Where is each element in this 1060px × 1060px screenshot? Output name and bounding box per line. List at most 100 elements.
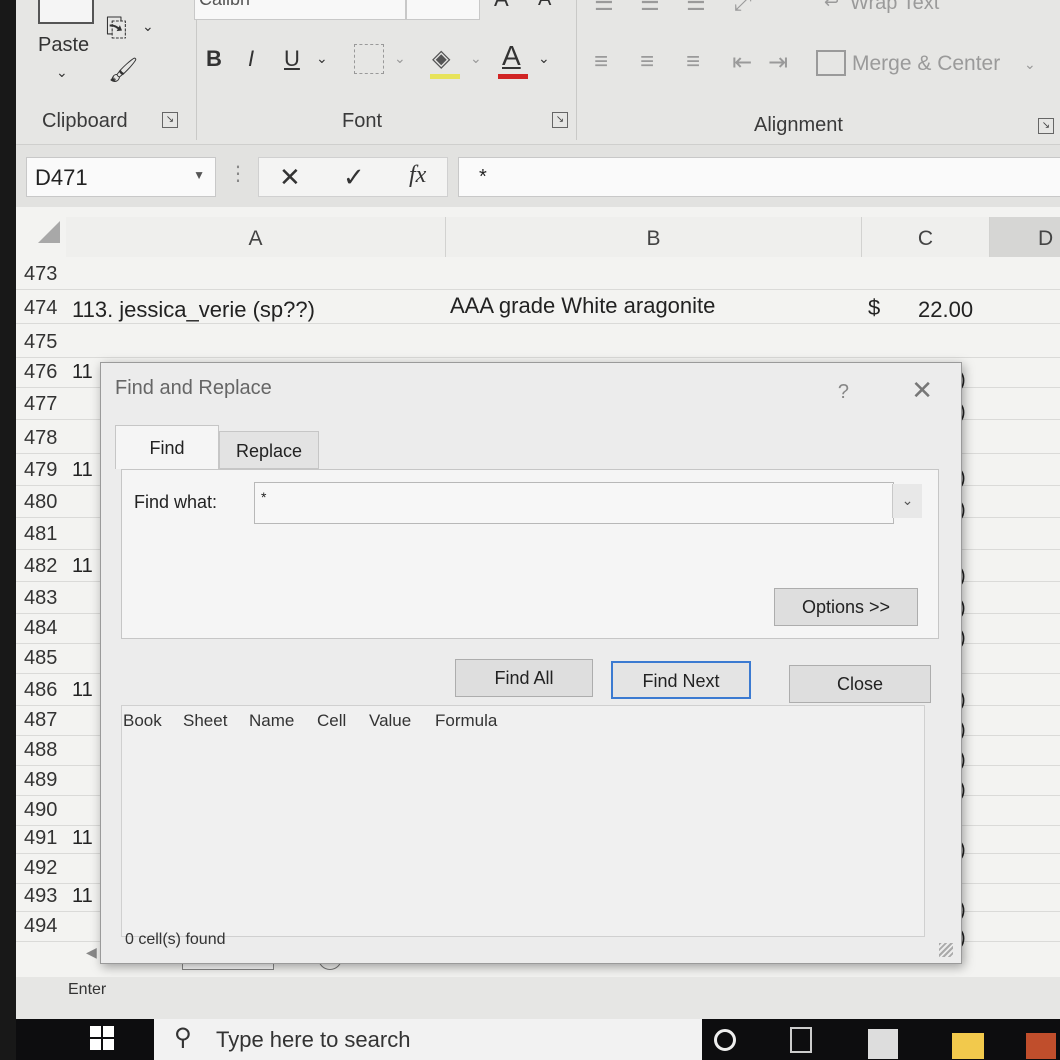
row-header[interactable]: 481 bbox=[24, 523, 57, 546]
cell-a[interactable]: 113. jessica_verie (sp??) bbox=[72, 297, 315, 323]
resize-grip-icon[interactable] bbox=[939, 943, 953, 957]
decrease-indent-icon[interactable]: ⇤ bbox=[732, 48, 752, 77]
file-explorer-icon[interactable] bbox=[952, 1033, 984, 1059]
row-header[interactable]: 475 bbox=[24, 331, 57, 354]
column-header-c[interactable]: C bbox=[862, 217, 990, 257]
row-header[interactable]: 474 bbox=[24, 297, 57, 320]
cell-c474[interactable]: 22.00 bbox=[918, 297, 973, 323]
format-painter-icon[interactable]: 🖌 bbox=[108, 56, 138, 85]
merge-center-button[interactable]: Merge & Center bbox=[852, 52, 1000, 76]
row-header[interactable]: 473 bbox=[24, 263, 57, 286]
find-all-button[interactable]: Find All bbox=[455, 659, 593, 697]
cell-a[interactable]: 11 bbox=[72, 885, 93, 908]
paste-dropdown-icon[interactable]: ⌄ bbox=[56, 64, 68, 81]
alignment-launcher-icon[interactable]: ↘ bbox=[1038, 118, 1054, 134]
cell-a[interactable]: 11 bbox=[72, 459, 93, 482]
bottom-align-icon[interactable]: ☰ bbox=[686, 0, 706, 16]
check-icon[interactable]: ✓ bbox=[343, 162, 365, 193]
results-col-value[interactable]: Value bbox=[369, 711, 411, 731]
decrease-font-icon[interactable]: A bbox=[538, 0, 551, 11]
font-launcher-icon[interactable]: ↘ bbox=[552, 112, 568, 128]
row-header[interactable]: 492 bbox=[24, 857, 57, 880]
close-button[interactable]: Close bbox=[789, 665, 931, 703]
column-header-a[interactable]: A bbox=[66, 217, 446, 257]
row-header[interactable]: 480 bbox=[24, 491, 57, 514]
wrap-text-icon[interactable]: ↩ bbox=[824, 0, 839, 13]
font-color-dropdown-icon[interactable]: ⌄ bbox=[538, 50, 550, 67]
fill-color-icon[interactable]: ◈ bbox=[432, 44, 450, 73]
tab-replace[interactable]: Replace bbox=[219, 431, 319, 469]
underline-button[interactable]: U bbox=[284, 46, 300, 72]
results-col-book[interactable]: Book bbox=[123, 711, 162, 731]
cell-a[interactable]: 11 bbox=[72, 361, 93, 384]
cancel-icon[interactable]: ✕ bbox=[279, 162, 301, 193]
row-header[interactable]: 476 bbox=[24, 361, 57, 384]
italic-button[interactable]: I bbox=[248, 46, 254, 72]
align-center-icon[interactable]: ≡ bbox=[640, 48, 654, 76]
clipboard-launcher-icon[interactable]: ↘ bbox=[162, 112, 178, 128]
row-header[interactable]: 485 bbox=[24, 647, 57, 670]
insert-function-icon[interactable]: fx bbox=[409, 162, 426, 189]
top-align-icon[interactable]: ☰ bbox=[594, 0, 614, 16]
copy-icon[interactable]: ⎘ bbox=[106, 12, 127, 44]
row-header[interactable]: 482 bbox=[24, 555, 57, 578]
merge-center-icon[interactable] bbox=[816, 50, 846, 76]
align-right-icon[interactable]: ≡ bbox=[686, 48, 700, 76]
wrap-text-button[interactable]: Wrap Text bbox=[850, 0, 939, 15]
paste-button[interactable]: Paste bbox=[38, 34, 89, 57]
app-icon[interactable] bbox=[1026, 1033, 1056, 1059]
windows-start-icon[interactable] bbox=[82, 1020, 122, 1058]
results-col-sheet[interactable]: Sheet bbox=[183, 711, 227, 731]
align-left-icon[interactable]: ≡ bbox=[594, 48, 608, 76]
column-header-d[interactable]: D bbox=[990, 217, 1060, 257]
row-header[interactable]: 483 bbox=[24, 587, 57, 610]
borders-dropdown-icon[interactable]: ⌄ bbox=[394, 50, 406, 67]
cell-b474[interactable]: AAA grade White aragonite bbox=[450, 293, 715, 319]
formula-bar-grip-icon[interactable]: ⋮ bbox=[228, 161, 248, 186]
results-col-formula[interactable]: Formula bbox=[435, 711, 497, 731]
cell-a[interactable]: 11 bbox=[72, 555, 93, 578]
formula-input[interactable]: * bbox=[458, 157, 1060, 197]
fill-color-dropdown-icon[interactable]: ⌄ bbox=[470, 50, 482, 67]
taskbar-search-box[interactable]: ⚲ Type here to search bbox=[154, 1019, 702, 1060]
find-what-input[interactable]: * bbox=[254, 482, 894, 524]
results-list[interactable] bbox=[121, 705, 925, 937]
row-header[interactable]: 494 bbox=[24, 915, 57, 938]
row-header[interactable]: 478 bbox=[24, 427, 57, 450]
store-icon[interactable] bbox=[868, 1029, 898, 1059]
column-header-b[interactable]: B bbox=[446, 217, 862, 257]
row-header[interactable]: 487 bbox=[24, 709, 57, 732]
row-header[interactable]: 491 bbox=[24, 827, 57, 850]
font-name-box[interactable]: Calibri bbox=[194, 0, 406, 20]
close-icon[interactable]: ✕ bbox=[911, 375, 933, 406]
increase-indent-icon[interactable]: ⇥ bbox=[768, 48, 788, 77]
results-col-cell[interactable]: Cell bbox=[317, 711, 346, 731]
results-col-name[interactable]: Name bbox=[249, 711, 294, 731]
orientation-icon[interactable]: ⤢ bbox=[734, 0, 752, 16]
paste-icon[interactable] bbox=[38, 0, 94, 24]
name-box[interactable]: D471 ▼ bbox=[26, 157, 216, 197]
row-header[interactable]: 484 bbox=[24, 617, 57, 640]
row-header[interactable]: 486 bbox=[24, 679, 57, 702]
middle-align-icon[interactable]: ☰ bbox=[640, 0, 660, 16]
cortana-icon[interactable] bbox=[714, 1029, 736, 1051]
row-header[interactable]: 479 bbox=[24, 459, 57, 482]
find-next-button[interactable]: Find Next bbox=[611, 661, 751, 699]
row-header[interactable]: 488 bbox=[24, 739, 57, 762]
font-size-box[interactable] bbox=[406, 0, 480, 20]
font-color-button[interactable]: A bbox=[502, 40, 521, 72]
increase-font-icon[interactable]: A bbox=[494, 0, 509, 12]
row-header[interactable]: 489 bbox=[24, 769, 57, 792]
row-header[interactable]: 477 bbox=[24, 393, 57, 416]
options-button[interactable]: Options >> bbox=[774, 588, 918, 626]
borders-icon[interactable] bbox=[354, 44, 384, 74]
tab-find[interactable]: Find bbox=[115, 425, 219, 469]
underline-dropdown-icon[interactable]: ⌄ bbox=[316, 50, 328, 67]
task-view-icon[interactable] bbox=[790, 1027, 812, 1053]
row-header[interactable]: 490 bbox=[24, 799, 57, 822]
help-icon[interactable]: ? bbox=[838, 381, 849, 404]
select-all-icon[interactable] bbox=[38, 221, 60, 243]
row-header[interactable]: 493 bbox=[24, 885, 57, 908]
merge-center-dropdown-icon[interactable]: ⌄ bbox=[1024, 56, 1036, 73]
cell-a[interactable]: 11 bbox=[72, 679, 93, 702]
